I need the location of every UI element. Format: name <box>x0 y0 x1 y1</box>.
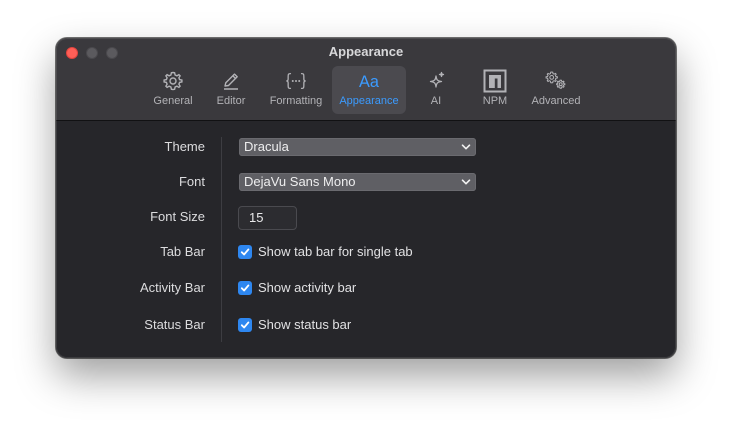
tab-general-label: General <box>153 95 193 107</box>
tab-formatting-label: Formatting <box>269 95 323 107</box>
svg-text:Aa: Aa <box>359 73 380 91</box>
window-title: Appearance <box>328 44 404 59</box>
tab-advanced-label: Advanced <box>531 95 581 107</box>
activity-bar-option[interactable]: Show activity bar <box>238 280 356 295</box>
checkmark-icon <box>240 284 250 291</box>
tab-bar-option-label: Show tab bar for single tab <box>258 244 413 259</box>
tab-appearance[interactable]: Aa Appearance <box>332 66 406 114</box>
status-bar-label: Status Bar <box>144 317 205 332</box>
activity-bar-checkbox[interactable] <box>238 280 252 295</box>
pencil-icon <box>219 69 243 93</box>
tab-npm[interactable]: NPM <box>476 66 514 114</box>
sparkles-icon <box>424 69 448 93</box>
font-size-label: Font Size <box>150 209 205 224</box>
status-bar-option[interactable]: Show status bar <box>238 317 351 332</box>
tab-ai-label: AI <box>430 95 442 107</box>
checkmark-icon <box>240 321 250 328</box>
font-select-value: DejaVu Sans Mono <box>244 174 356 189</box>
status-bar-option-label: Show status bar <box>258 317 352 332</box>
tab-npm-label: NPM <box>482 95 508 107</box>
activity-bar-label: Activity Bar <box>139 280 205 295</box>
font-size-field[interactable]: 15 <box>238 206 297 230</box>
label-divider <box>221 137 222 342</box>
tab-general[interactable]: General <box>144 66 202 114</box>
tab-bar-checkbox[interactable] <box>238 244 252 259</box>
tab-editor[interactable]: Editor <box>208 66 254 114</box>
tab-formatting[interactable]: Formatting <box>262 66 330 114</box>
tab-bar-option[interactable]: Show tab bar for single tab <box>238 244 413 259</box>
preferences-tabs: General Editor Formatting Aa Appearance … <box>56 66 676 114</box>
gears-icon <box>544 69 568 93</box>
preferences-window: Appearance General Editor Formatting Aa … <box>56 38 676 358</box>
desktop-background: Appearance General Editor Formatting Aa … <box>0 0 732 432</box>
theme-select-value: Dracula <box>244 139 289 154</box>
status-bar-checkbox[interactable] <box>238 317 252 332</box>
tab-bar-label: Tab Bar <box>160 244 205 259</box>
font-label: Font <box>178 174 205 189</box>
braces-icon <box>284 69 308 93</box>
theme-select[interactable]: Dracula <box>239 138 476 156</box>
theme-label: Theme <box>164 139 205 154</box>
text-aa-icon: Aa <box>357 69 381 93</box>
tab-ai[interactable]: AI <box>420 66 452 114</box>
chevron-down-icon <box>461 144 471 150</box>
npm-logo-icon <box>483 69 507 93</box>
tab-advanced[interactable]: Advanced <box>526 66 586 114</box>
font-select[interactable]: DejaVu Sans Mono <box>239 173 476 191</box>
checkmark-icon <box>240 248 250 255</box>
gear-icon <box>161 69 185 93</box>
chevron-down-icon <box>461 179 471 185</box>
tab-appearance-label: Appearance <box>339 95 399 107</box>
tab-editor-label: Editor <box>216 95 246 107</box>
activity-bar-option-label: Show activity bar <box>258 280 357 295</box>
window-toolbar: Appearance General Editor Formatting Aa … <box>56 38 676 121</box>
appearance-settings-panel: Theme Dracula Font DejaVu Sans Mono Font… <box>56 121 676 358</box>
